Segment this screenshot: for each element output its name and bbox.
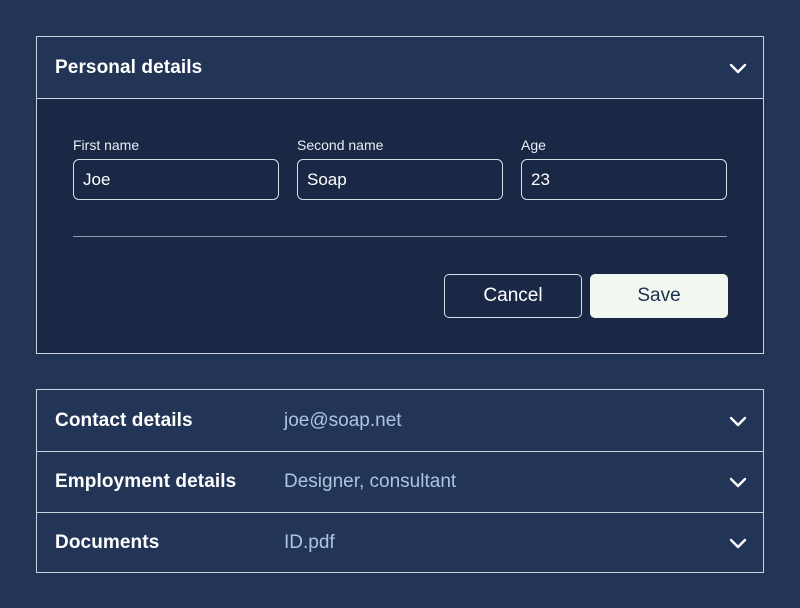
first-name-input[interactable]	[73, 159, 279, 200]
second-name-input[interactable]	[297, 159, 503, 200]
chevron-down-icon[interactable]	[729, 62, 747, 74]
contact-details-title: Contact details	[55, 409, 193, 431]
age-label: Age	[521, 137, 546, 153]
employment-details-row[interactable]: Employment details Designer, consultant	[37, 451, 763, 512]
personal-details-panel: Personal details First name Second name …	[36, 36, 764, 354]
personal-details-header[interactable]: Personal details	[37, 37, 763, 98]
documents-title: Documents	[55, 532, 160, 553]
first-name-field: First name	[73, 137, 279, 200]
details-list: Contact details joe@soap.net Employment …	[36, 389, 764, 573]
second-name-label: Second name	[297, 137, 384, 153]
chevron-down-icon[interactable]	[729, 476, 747, 488]
form-divider	[73, 236, 727, 237]
chevron-down-icon[interactable]	[729, 415, 747, 427]
contact-details-value: joe@soap.net	[284, 409, 402, 431]
documents-value: ID.pdf	[284, 532, 335, 553]
age-field: Age	[521, 137, 727, 200]
documents-row[interactable]: Documents ID.pdf	[37, 512, 763, 573]
cancel-button[interactable]: Cancel	[444, 274, 582, 318]
personal-details-form: First name Second name Age Cancel Save	[37, 98, 763, 353]
employment-details-value: Designer, consultant	[284, 471, 457, 492]
employment-details-title: Employment details	[55, 471, 237, 492]
first-name-label: First name	[73, 137, 140, 153]
save-button[interactable]: Save	[590, 274, 728, 318]
age-input[interactable]	[521, 159, 727, 200]
second-name-field: Second name	[297, 137, 503, 200]
personal-details-title: Personal details	[55, 56, 203, 78]
chevron-down-icon[interactable]	[729, 537, 747, 549]
contact-details-row[interactable]: Contact details joe@soap.net	[37, 390, 763, 451]
